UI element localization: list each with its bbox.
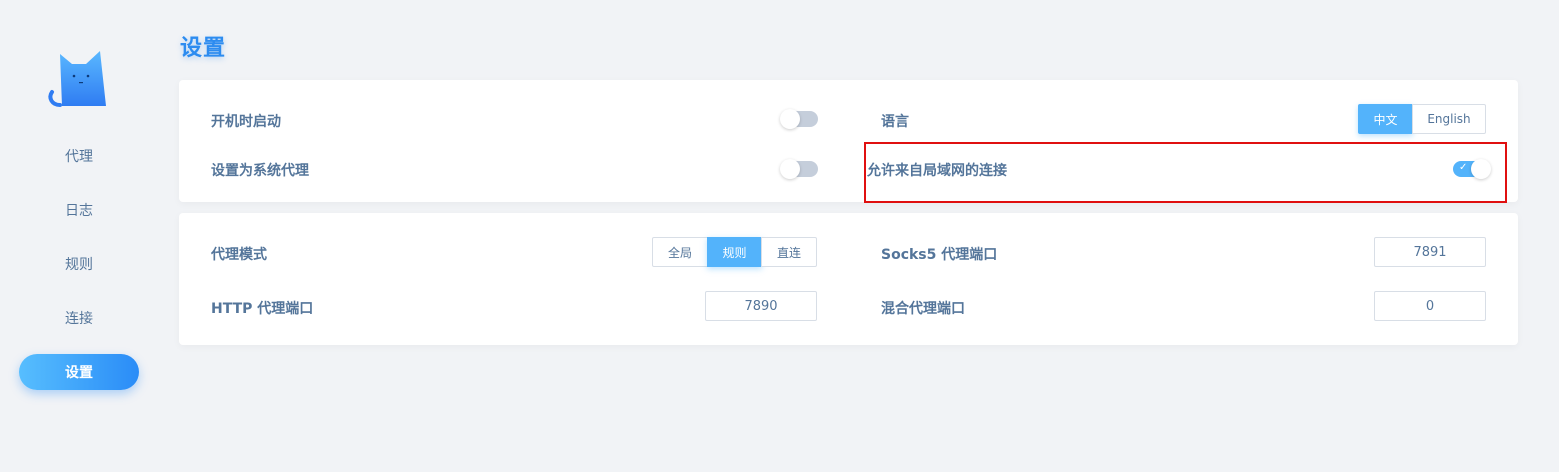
proxy-settings-card: 代理模式 全局 规则 直连 HTTP 代理端口 Socks5 代理端口 混合代理…	[179, 213, 1518, 345]
http-port-input[interactable]	[705, 291, 817, 321]
start-on-boot-label: 开机时启动	[211, 114, 281, 130]
page-title: 设置	[180, 36, 227, 61]
proxy-mode-selector: 全局 规则 直连	[652, 237, 817, 267]
allow-lan-label: 允许来自局域网的连接	[867, 163, 1007, 179]
general-settings-card: 开机时启动 设置为系统代理 语言 中文 English 允许来自局域网的连接 ✓	[179, 80, 1518, 202]
proxy-mode-rule[interactable]: 规则	[707, 237, 762, 267]
sidebar-item-label: 设置	[65, 365, 93, 381]
cat-logo-icon	[46, 48, 110, 110]
socks5-port-input[interactable]	[1374, 237, 1486, 267]
sidebar-item-rules[interactable]: 规则	[19, 246, 139, 282]
sidebar-item-label: 日志	[65, 203, 93, 219]
language-option-english[interactable]: English	[1412, 104, 1486, 134]
switch-knob	[1471, 159, 1491, 179]
sidebar: 代理 日志 规则 连接 设置	[0, 0, 160, 472]
socks5-port-label: Socks5 代理端口	[881, 247, 998, 263]
mixed-port-input[interactable]	[1374, 291, 1486, 321]
system-proxy-label: 设置为系统代理	[211, 163, 309, 179]
check-icon: ✓	[1459, 162, 1468, 173]
app-window: 代理 日志 规则 连接 设置 设置 开机时启动 设置为系统代理 语言 中文 En…	[0, 0, 1559, 472]
system-proxy-switch[interactable]	[780, 159, 818, 179]
sidebar-item-logs[interactable]: 日志	[19, 192, 139, 228]
switch-knob	[780, 109, 800, 129]
sidebar-item-connections[interactable]: 连接	[19, 300, 139, 336]
sidebar-item-settings[interactable]: 设置	[19, 354, 139, 390]
mixed-port-label: 混合代理端口	[881, 301, 965, 317]
switch-knob	[780, 159, 800, 179]
allow-lan-switch[interactable]: ✓	[1453, 159, 1491, 179]
sidebar-item-label: 代理	[65, 149, 93, 165]
start-on-boot-switch[interactable]	[780, 109, 818, 129]
sidebar-item-proxies[interactable]: 代理	[19, 138, 139, 174]
proxy-mode-direct[interactable]: 直连	[761, 237, 817, 267]
proxy-mode-label: 代理模式	[211, 247, 267, 263]
language-selector: 中文 English	[1358, 104, 1486, 134]
sidebar-item-label: 规则	[65, 257, 93, 273]
http-port-label: HTTP 代理端口	[211, 301, 314, 317]
language-label: 语言	[881, 114, 909, 130]
language-option-chinese[interactable]: 中文	[1358, 104, 1413, 134]
proxy-mode-global[interactable]: 全局	[652, 237, 708, 267]
sidebar-item-label: 连接	[65, 311, 93, 327]
